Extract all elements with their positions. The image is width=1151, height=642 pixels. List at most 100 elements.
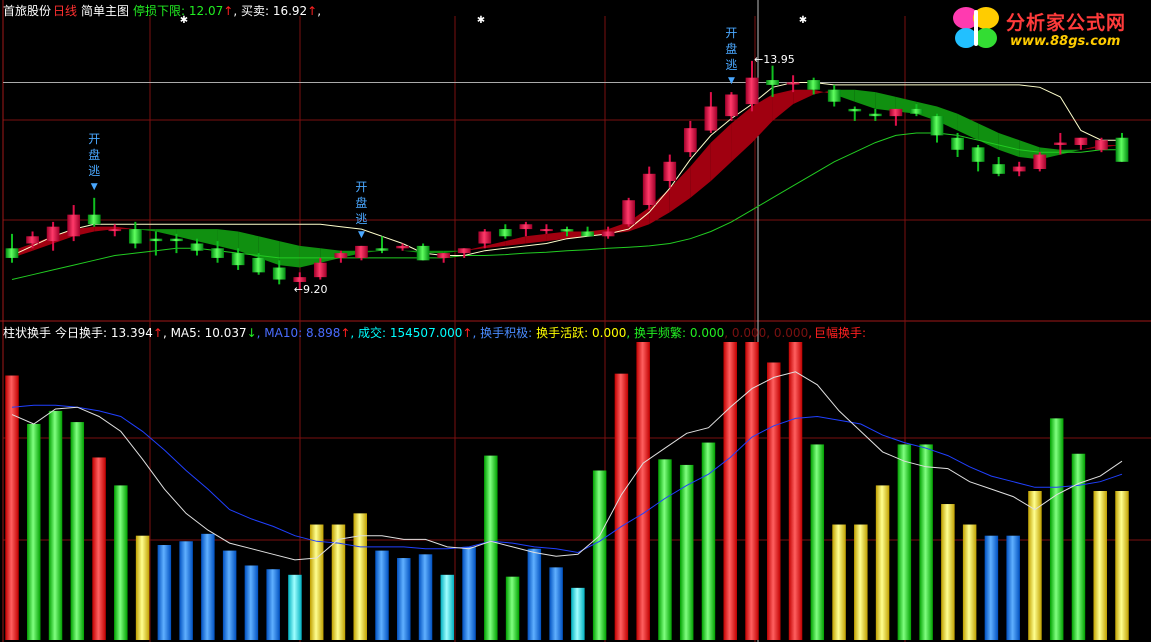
ma-green-line <box>11 132 1122 280</box>
marker-char: 逃 <box>355 211 368 226</box>
stop-loss-value: 停损下限: 12.07 <box>133 4 224 18</box>
turnover-bar <box>919 444 933 640</box>
candle-body <box>252 257 266 273</box>
main-chart-header: 首旅股份 日线 简单主图 停损下限: 12.07↑, 买卖: 16.92↑, <box>3 3 325 19</box>
candle-body <box>416 245 430 261</box>
candle-body <box>786 82 800 85</box>
candle-body <box>375 248 389 251</box>
marker-char: 盘 <box>88 147 101 162</box>
candle-body <box>704 106 718 131</box>
candle-body <box>334 253 348 258</box>
today-turnover: 今日换手: 13.394 <box>55 326 153 340</box>
candle-body <box>848 108 862 112</box>
trend-band-segment <box>710 123 732 182</box>
candle-body <box>211 248 224 258</box>
turnover-bar <box>897 444 912 640</box>
candle-body <box>540 229 553 232</box>
candle-body <box>683 128 697 153</box>
turnover-bar <box>1028 491 1042 640</box>
logo-name: 分析家公式网 <box>1006 12 1127 34</box>
turnover-bar <box>484 455 498 640</box>
marker-char: 盘 <box>355 195 368 210</box>
trend-band-segment <box>875 92 896 112</box>
turnover-bar <box>27 423 41 640</box>
indicator-name[interactable]: 简单主图 <box>81 4 129 18</box>
turnover-bar <box>723 342 737 640</box>
turnover-bar <box>832 524 846 640</box>
turnover-bar <box>375 550 389 640</box>
turnover-bar <box>701 442 716 640</box>
candle-body <box>889 108 903 117</box>
turnover-bar <box>222 550 237 640</box>
turnover-bar <box>70 422 85 640</box>
turnover-bar <box>288 574 302 640</box>
turnover-ma5-line <box>11 371 1123 561</box>
trade-value: , 买卖: 16.92 <box>233 4 308 18</box>
frequent-turnover-value: , 换手频繁: 0.000 <box>626 326 725 340</box>
candle-body <box>67 214 81 237</box>
turnover-bar <box>48 410 63 640</box>
candle-body <box>951 137 964 150</box>
turnover-indicator-name[interactable]: 柱状换手 <box>3 326 51 340</box>
turnover-bar <box>788 342 803 640</box>
candle-body <box>868 113 882 117</box>
turnover-bar <box>5 375 19 640</box>
turnover-bar <box>1049 418 1064 640</box>
turnover-bar <box>331 524 346 640</box>
marker-char: 逃 <box>725 58 738 73</box>
turnover-bar-chart <box>5 342 1129 640</box>
candlestick-chart <box>3 60 1151 290</box>
down-arrow-icon: ▼ <box>357 229 365 240</box>
dim-sep: , <box>808 326 813 340</box>
ma5-value: , MA5: 10.037 <box>162 326 247 340</box>
candle-body <box>766 80 779 85</box>
turnover-bar <box>353 513 367 640</box>
turnover-bar <box>266 569 280 640</box>
turnover-bar <box>1093 491 1107 640</box>
candle-body <box>1074 137 1088 145</box>
turnover-bar <box>1006 535 1020 640</box>
candle-body <box>663 161 677 182</box>
high-price-label: ←13.95 <box>754 52 795 66</box>
turnover-bar <box>505 576 520 640</box>
candle-body <box>725 94 738 117</box>
marker-char: 开 <box>355 179 368 194</box>
candle-body <box>1012 166 1026 172</box>
turnover-bar <box>201 533 215 640</box>
trend-band-segment <box>217 229 239 251</box>
turnover-bar <box>527 548 542 640</box>
volume-value: , 成交: 154507.000 <box>350 326 463 340</box>
candle-body <box>478 231 492 244</box>
site-logo: 分析家公式网 www.88gs.com <box>948 2 1148 54</box>
candle-body <box>170 238 183 242</box>
stock-name[interactable]: 首旅股份 <box>3 4 51 18</box>
turnover-header: 柱状换手 今日换手: 13.394↑, MA5: 10.037↓, MA10: 8… <box>3 325 870 341</box>
marker-char: 盘 <box>725 42 738 57</box>
candle-body <box>745 77 759 105</box>
candle-body <box>601 231 615 237</box>
turnover-bar <box>984 535 999 640</box>
turnover-bar <box>462 546 476 640</box>
candle-body <box>519 224 533 230</box>
candle-body <box>128 229 142 244</box>
period-label[interactable]: 日线 <box>53 4 77 18</box>
candle-body <box>108 229 122 232</box>
candle-body <box>293 277 307 282</box>
marker-char: 开 <box>88 131 101 146</box>
down-arrow-icon: ▼ <box>727 76 735 87</box>
sell-signal-marker: 开盘逃 ▼ <box>87 131 101 192</box>
turnover-bar <box>636 342 650 640</box>
turnover-bar <box>397 558 411 640</box>
ma10-arrow: ↑ <box>340 326 351 340</box>
turnover-bar <box>135 535 150 640</box>
turnover-bar <box>941 504 955 640</box>
low-price-label: ←9.20 <box>293 283 328 297</box>
trend-band-segment <box>998 132 1020 157</box>
lively-turnover-value: 换手活跃: 0.000 <box>536 326 627 340</box>
turnover-bar <box>679 464 694 640</box>
turnover-bar <box>767 362 781 640</box>
candle-body <box>1095 140 1108 150</box>
candle-body <box>498 229 512 237</box>
candle-body <box>560 229 574 232</box>
trend-band-segment <box>114 226 136 230</box>
